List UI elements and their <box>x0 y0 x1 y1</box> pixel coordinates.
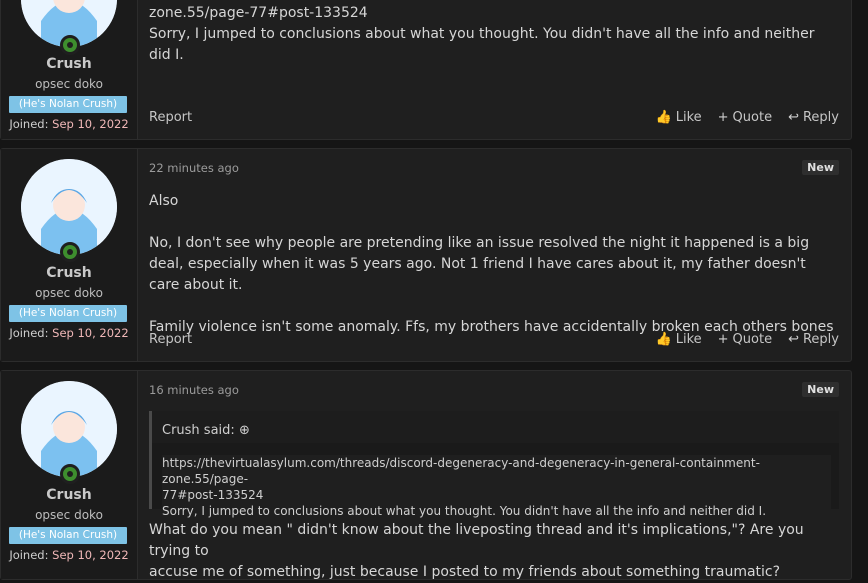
joined-date: Sep 10, 2022 <box>52 326 129 340</box>
reply-button[interactable]: ↩ Reply <box>788 110 839 125</box>
reply-label: Reply <box>802 110 839 125</box>
post-2: Crush opsec doko (He's Nolan Crush) Join… <box>0 148 852 362</box>
reply-arrow-icon: ↩ <box>788 110 799 125</box>
avatar[interactable] <box>21 159 117 255</box>
body-line: Sorry, I jumped to conclusions about wha… <box>149 26 815 63</box>
reply-arrow-icon: ↩ <box>788 332 799 347</box>
online-status-icon <box>60 242 80 262</box>
joined-info: Joined: Sep 10, 2022 <box>1 117 137 131</box>
like-label: Like <box>675 332 702 347</box>
joined-label: Joined: <box>9 117 49 131</box>
post-body: What do you mean " didn't know about the… <box>149 520 839 583</box>
reply-button[interactable]: ↩ Reply <box>788 332 839 347</box>
plus-icon: + <box>717 110 729 125</box>
post-body: Also No, I don't see why people are pret… <box>149 191 839 338</box>
quote-text: Sorry, I jumped to conclusions about wha… <box>162 504 767 518</box>
post-actions: 👍 Like + Quote ↩ Reply <box>656 332 839 347</box>
joined-info: Joined: Sep 10, 2022 <box>1 326 137 340</box>
joined-label: Joined: <box>9 326 49 340</box>
avatar[interactable] <box>21 381 117 477</box>
like-button[interactable]: 👍 Like <box>656 110 702 125</box>
new-badge: New <box>802 382 839 397</box>
joined-date: Sep 10, 2022 <box>52 548 129 562</box>
quote-label: Quote <box>732 110 773 125</box>
joined-date: Sep 10, 2022 <box>52 117 129 131</box>
user-pane: Crush opsec doko (He's Nolan Crush) Join… <box>1 149 138 361</box>
like-button[interactable]: 👍 Like <box>656 332 702 347</box>
post-3: Crush opsec doko (He's Nolan Crush) Join… <box>0 370 852 580</box>
user-banner: (He's Nolan Crush) <box>9 96 127 113</box>
quote-author-label: Crush said: <box>162 423 235 438</box>
joined-label: Joined: <box>9 548 49 562</box>
post-main: zone.55/page-77#post-133524 Sorry, I jum… <box>149 0 839 139</box>
online-status-icon <box>60 35 80 55</box>
post-timestamp[interactable]: 22 minutes ago <box>149 161 239 175</box>
thumbs-up-icon: 👍 <box>655 110 672 125</box>
like-label: Like <box>675 110 702 125</box>
user-title: opsec doko <box>35 77 103 91</box>
quote-url-line[interactable]: 77#post-133524 <box>162 487 831 503</box>
quote-content: https://thevirtualasylum.com/threads/dis… <box>162 455 831 519</box>
username[interactable]: Crush <box>1 487 137 503</box>
user-title: opsec doko <box>35 508 103 522</box>
body-paragraph: Also <box>149 193 179 209</box>
quote-button[interactable]: + Quote <box>718 110 772 125</box>
arrow-up-circle-icon[interactable]: ⊕ <box>239 423 250 438</box>
post-1: Crush opsec doko (He's Nolan Crush) Join… <box>0 0 852 140</box>
post-main: 16 minutes ago New Crush said: ⊕ https:/… <box>149 371 839 580</box>
body-line: What do you mean " didn't know about the… <box>149 522 804 559</box>
quote-header <box>152 411 839 443</box>
reply-label: Reply <box>802 332 839 347</box>
body-line: accuse me of something, just because I p… <box>149 564 781 580</box>
quote-url-line[interactable]: https://thevirtualasylum.com/threads/dis… <box>162 455 831 487</box>
body-line: zone.55/page-77#post-133524 <box>149 5 368 21</box>
user-title: opsec doko <box>35 286 103 300</box>
username[interactable]: Crush <box>1 56 137 72</box>
plus-icon: + <box>717 332 729 347</box>
user-pane: Crush opsec doko (He's Nolan Crush) Join… <box>1 371 138 579</box>
joined-info: Joined: Sep 10, 2022 <box>1 548 137 562</box>
quote-button[interactable]: + Quote <box>718 332 772 347</box>
post-body: zone.55/page-77#post-133524 Sorry, I jum… <box>149 3 839 66</box>
user-banner: (He's Nolan Crush) <box>9 527 127 544</box>
post-actions: 👍 Like + Quote ↩ Reply <box>656 110 839 125</box>
user-banner: (He's Nolan Crush) <box>9 305 127 322</box>
body-paragraph: No, I don't see why people are pretendin… <box>149 235 810 293</box>
post-timestamp[interactable]: 16 minutes ago <box>149 383 239 397</box>
new-badge: New <box>802 160 839 175</box>
quote-block: Crush said: ⊕ https://thevirtualasylum.c… <box>149 411 839 519</box>
report-link[interactable]: Report <box>149 332 192 347</box>
post-main: 22 minutes ago New Also No, I don't see … <box>149 149 839 361</box>
report-link[interactable]: Report <box>149 110 192 125</box>
quote-author[interactable]: Crush said: ⊕ <box>162 423 250 438</box>
quote-label: Quote <box>732 332 773 347</box>
online-status-icon <box>60 464 80 484</box>
user-pane: Crush opsec doko (He's Nolan Crush) Join… <box>1 0 138 139</box>
thumbs-up-icon: 👍 <box>655 332 672 347</box>
username[interactable]: Crush <box>1 265 137 281</box>
